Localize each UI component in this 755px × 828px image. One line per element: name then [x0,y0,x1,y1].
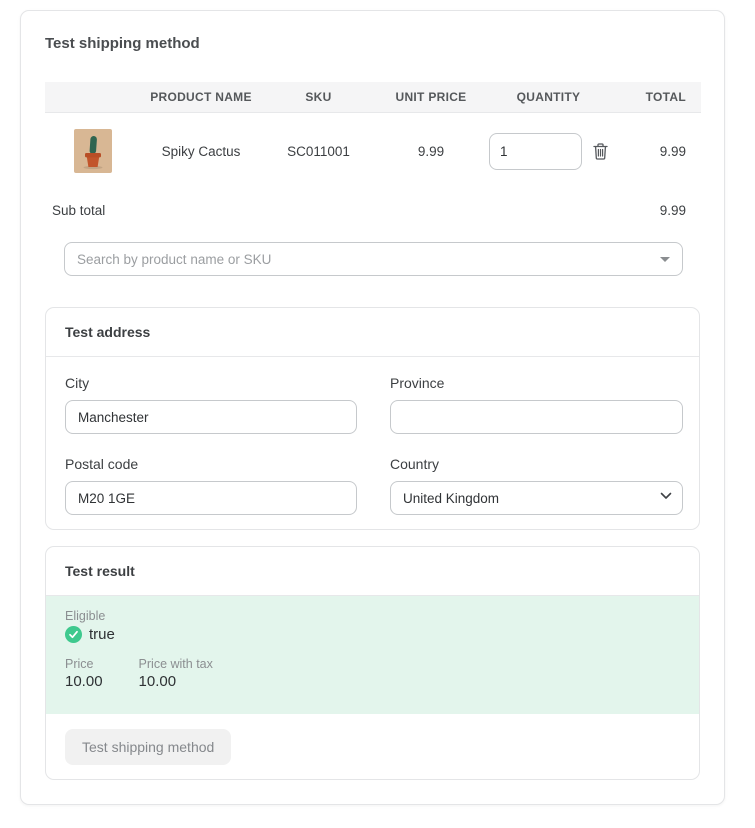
col-total: TOTAL [611,90,701,104]
test-shipping-method-panel: Test shipping method PRODUCT NAME SKU UN… [20,10,725,805]
price-label: Price [65,657,103,671]
country-label: Country [390,456,683,472]
col-product-name: PRODUCT NAME [141,90,261,104]
quantity-input[interactable] [489,133,582,170]
table-row: Spiky Cactus SC011001 9.99 9.99 [45,113,701,189]
product-image-cell [45,129,141,173]
subtotal-value: 9.99 [660,203,686,218]
price-with-tax-block: Price with tax 10.00 [139,657,213,690]
product-unit-price: 9.99 [376,144,486,159]
eligible-label: Eligible [65,609,680,623]
products-table: PRODUCT NAME SKU UNIT PRICE QUANTITY TOT… [45,82,701,218]
product-sku: SC011001 [261,144,376,159]
test-address-title: Test address [46,308,699,357]
chevron-down-icon[interactable] [660,257,670,262]
product-search-combobox [64,242,683,276]
city-field-group: City [65,375,357,434]
product-total: 9.99 [611,144,701,159]
province-label: Province [390,375,683,391]
subtotal-label: Sub total [52,203,105,218]
test-result-title: Test result [46,547,699,596]
country-select[interactable]: United Kingdom [390,481,683,515]
country-field-group: Country United Kingdom [390,456,683,515]
result-summary: Eligible true Price 10.00 Price with tax… [46,596,699,714]
col-sku: SKU [261,90,376,104]
price-with-tax-label: Price with tax [139,657,213,671]
price-block: Price 10.00 [65,657,103,690]
province-field[interactable] [390,400,683,434]
col-quantity: QUANTITY [486,90,611,104]
col-unit-price: UNIT PRICE [376,90,486,104]
price-value: 10.00 [65,673,103,690]
city-field[interactable] [65,400,357,434]
test-shipping-method-button[interactable]: Test shipping method [65,729,231,765]
test-result-card: Test result Eligible true Price 10.00 Pr… [45,546,700,780]
product-name: Spiky Cactus [141,144,261,159]
province-field-group: Province [390,375,683,434]
postal-code-label: Postal code [65,456,357,472]
postal-code-field[interactable] [65,481,357,515]
subtotal-row: Sub total 9.99 [45,203,701,218]
remove-product-button[interactable] [591,141,610,162]
products-table-header: PRODUCT NAME SKU UNIT PRICE QUANTITY TOT… [45,82,701,113]
price-with-tax-value: 10.00 [139,673,213,690]
city-label: City [65,375,357,391]
eligible-value: true [89,626,115,643]
search-input[interactable] [64,242,683,276]
product-thumbnail [74,129,112,173]
page-title: Test shipping method [45,35,700,52]
test-address-card: Test address City Province Postal code C… [45,307,700,530]
postal-code-field-group: Postal code [65,456,357,515]
product-quantity-cell [486,133,611,170]
trash-icon [593,143,608,160]
check-circle-icon [65,626,82,643]
